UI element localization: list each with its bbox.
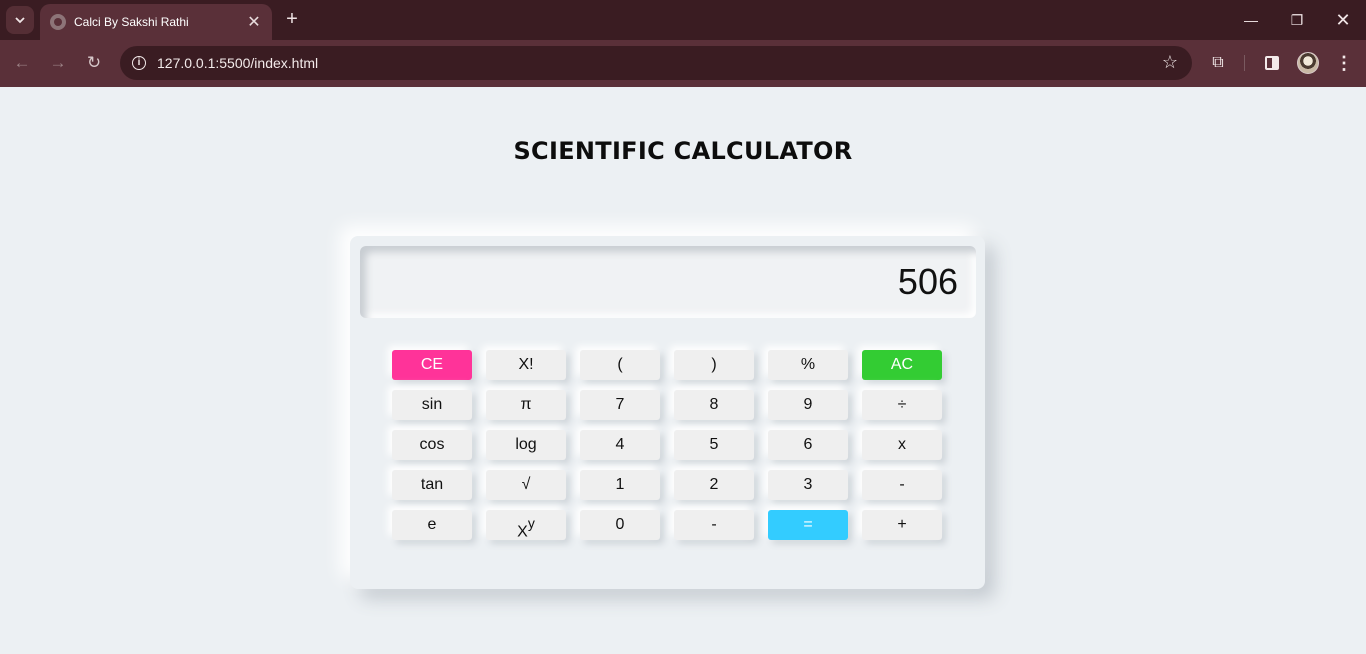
digit-7-button[interactable]: 7 bbox=[580, 390, 660, 420]
globe-icon bbox=[50, 14, 66, 30]
subtract-button[interactable]: - bbox=[862, 470, 942, 500]
digit-4-button[interactable]: 4 bbox=[580, 430, 660, 460]
site-info-icon[interactable]: i bbox=[127, 51, 151, 75]
close-tab-icon[interactable]: ✕ bbox=[244, 12, 264, 32]
all-clear-button[interactable]: AC bbox=[862, 350, 942, 380]
calculator: 506 CE X! ( ) % AC sin π 7 8 9 ÷ cos log… bbox=[350, 236, 985, 589]
equals-button[interactable]: = bbox=[768, 510, 848, 540]
calculator-display: 506 bbox=[360, 246, 976, 318]
negate-button[interactable]: - bbox=[674, 510, 754, 540]
close-paren-button[interactable]: ) bbox=[674, 350, 754, 380]
divide-button[interactable]: ÷ bbox=[862, 390, 942, 420]
tab-search-button[interactable] bbox=[6, 6, 34, 34]
power-base-label: X bbox=[517, 523, 528, 541]
digit-9-button[interactable]: 9 bbox=[768, 390, 848, 420]
digit-1-button[interactable]: 1 bbox=[580, 470, 660, 500]
side-panel-icon[interactable] bbox=[1261, 52, 1283, 74]
browser-tab-bar: Calci By Sakshi Rathi ✕ + — ❐ ✕ bbox=[0, 0, 1366, 40]
add-button[interactable]: + bbox=[862, 510, 942, 540]
new-tab-button[interactable]: + bbox=[281, 8, 303, 30]
forward-button[interactable]: → bbox=[46, 51, 70, 75]
cos-button[interactable]: cos bbox=[392, 430, 472, 460]
open-paren-button[interactable]: ( bbox=[580, 350, 660, 380]
display-value: 506 bbox=[897, 261, 958, 302]
log-button[interactable]: log bbox=[486, 430, 566, 460]
pi-button[interactable]: π bbox=[486, 390, 566, 420]
clear-entry-button[interactable]: CE bbox=[392, 350, 472, 380]
browser-tab[interactable]: Calci By Sakshi Rathi ✕ bbox=[40, 4, 272, 40]
more-menu-icon[interactable]: ⋮ bbox=[1333, 52, 1355, 74]
power-exponent-label: y bbox=[527, 515, 535, 531]
sqrt-button[interactable]: √ bbox=[486, 470, 566, 500]
chevron-down-icon bbox=[15, 17, 25, 24]
page-title: SCIENTIFIC CALCULATOR bbox=[513, 137, 853, 165]
euler-button[interactable]: e bbox=[392, 510, 472, 540]
digit-3-button[interactable]: 3 bbox=[768, 470, 848, 500]
minimize-window-button[interactable]: — bbox=[1228, 8, 1274, 32]
digit-6-button[interactable]: 6 bbox=[768, 430, 848, 460]
back-button[interactable]: ← bbox=[10, 51, 34, 75]
url-text[interactable]: 127.0.0.1:5500/index.html bbox=[157, 55, 318, 71]
digit-0-button[interactable]: 0 bbox=[580, 510, 660, 540]
browser-toolbar: ← → ↻ i 127.0.0.1:5500/index.html ☆ ⧉ ⋮ bbox=[0, 40, 1366, 87]
sin-button[interactable]: sin bbox=[392, 390, 472, 420]
digit-5-button[interactable]: 5 bbox=[674, 430, 754, 460]
power-button[interactable]: Xy bbox=[486, 510, 566, 540]
factorial-button[interactable]: X! bbox=[486, 350, 566, 380]
restore-window-button[interactable]: ❐ bbox=[1274, 8, 1320, 32]
tan-button[interactable]: tan bbox=[392, 470, 472, 500]
close-window-button[interactable]: ✕ bbox=[1320, 8, 1366, 32]
profile-avatar[interactable] bbox=[1297, 52, 1319, 74]
address-bar[interactable]: i 127.0.0.1:5500/index.html ☆ bbox=[120, 46, 1192, 80]
percent-button[interactable]: % bbox=[768, 350, 848, 380]
reload-button[interactable]: ↻ bbox=[82, 51, 106, 75]
tab-title: Calci By Sakshi Rathi bbox=[74, 15, 189, 29]
digit-8-button[interactable]: 8 bbox=[674, 390, 754, 420]
digit-2-button[interactable]: 2 bbox=[674, 470, 754, 500]
bookmark-star-icon[interactable]: ☆ bbox=[1162, 52, 1178, 73]
extensions-icon[interactable]: ⧉ bbox=[1207, 52, 1229, 74]
toolbar-divider bbox=[1244, 55, 1245, 71]
multiply-button[interactable]: x bbox=[862, 430, 942, 460]
page-content: SCIENTIFIC CALCULATOR 506 CE X! ( ) % AC… bbox=[0, 87, 1366, 654]
